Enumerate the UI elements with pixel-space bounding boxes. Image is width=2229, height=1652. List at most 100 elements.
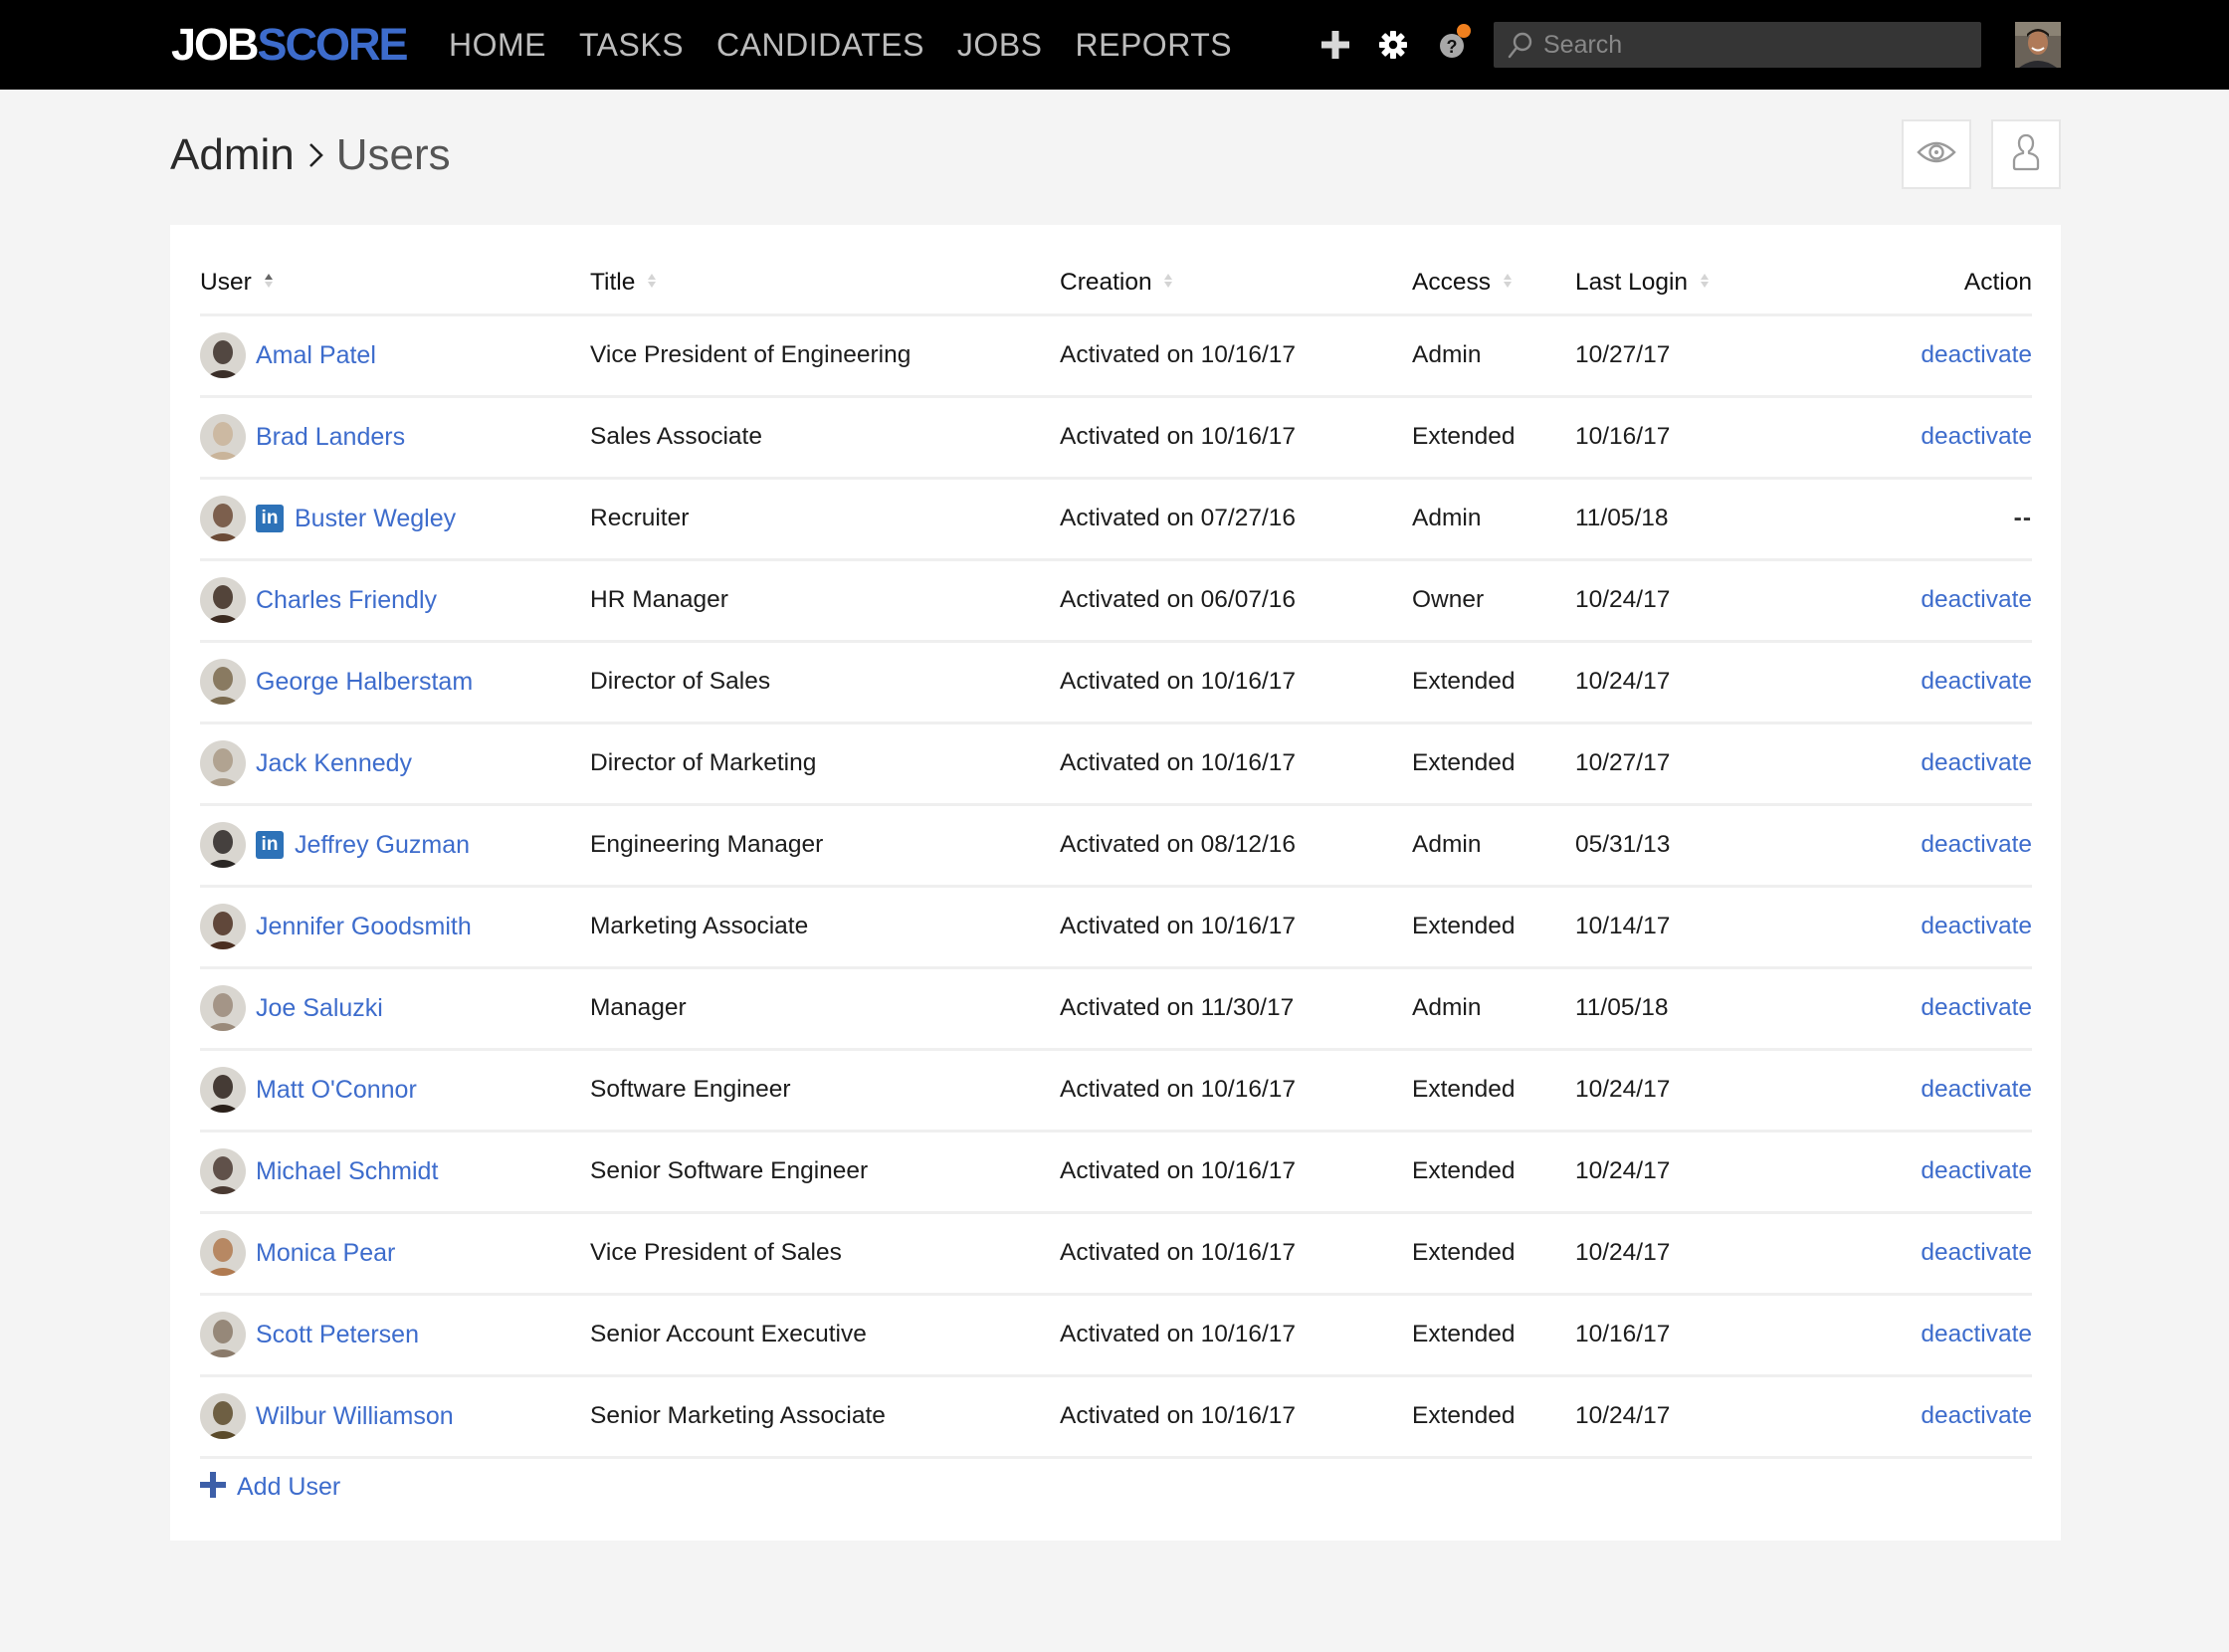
column-header-title[interactable]: Title [590, 265, 1060, 316]
sort-ascending-icon[interactable] [264, 268, 273, 296]
user-name-link[interactable]: Jack Kennedy [256, 749, 412, 778]
title-cell: Director of Marketing [590, 723, 1060, 806]
action-cell: deactivate [1814, 886, 2032, 969]
avatar[interactable] [200, 577, 246, 623]
user-name-link[interactable]: Joe Saluzki [256, 994, 383, 1023]
deactivate-link[interactable]: deactivate [1921, 994, 2032, 1021]
deactivate-link[interactable]: deactivate [1921, 586, 2032, 613]
sort-icon[interactable] [1503, 268, 1512, 296]
nav-jobs[interactable]: JOBS [957, 22, 1043, 68]
action-cell: deactivate [1814, 641, 2032, 724]
help-icon[interactable]: ? [1435, 24, 1471, 64]
last-login-cell: 05/31/13 [1575, 804, 1814, 888]
access-cell: Extended [1412, 1375, 1575, 1459]
gear-icon[interactable] [1375, 26, 1411, 64]
column-header-user[interactable]: User [200, 265, 590, 316]
avatar[interactable] [200, 496, 246, 541]
avatar[interactable] [200, 332, 246, 378]
avatar[interactable] [200, 1148, 246, 1194]
user-cell: Jennifer Goodsmith [200, 886, 590, 969]
deactivate-link[interactable]: deactivate [1921, 749, 2032, 776]
user-name-link[interactable]: Jeffrey Guzman [295, 831, 470, 860]
avatar[interactable] [200, 740, 246, 786]
user-name-link[interactable]: Brad Landers [256, 423, 405, 452]
user-name-link[interactable]: George Halberstam [256, 668, 473, 697]
deactivate-link[interactable]: deactivate [1921, 913, 2032, 939]
action-cell: -- [1814, 478, 2032, 561]
search-input[interactable] [1543, 30, 1961, 60]
add-user-button[interactable]: Add User [200, 1467, 340, 1507]
table-header-row: User Title Creation Access Last Login Ac… [200, 265, 2032, 316]
title-cell: Sales Associate [590, 396, 1060, 480]
table-row: in Jeffrey Guzman Engineering Manager Ac… [200, 804, 2032, 888]
last-login-cell: 10/14/17 [1575, 886, 1814, 969]
sort-icon[interactable] [1164, 268, 1173, 296]
user-cell: Matt O'Connor [200, 1049, 590, 1133]
column-header-last-login[interactable]: Last Login [1575, 265, 1814, 316]
last-login-cell: 10/24/17 [1575, 1212, 1814, 1296]
creation-cell: Activated on 08/12/16 [1060, 804, 1412, 888]
current-user-avatar[interactable] [2015, 22, 2061, 68]
deactivate-link[interactable]: deactivate [1921, 1239, 2032, 1266]
user-name-link[interactable]: Amal Patel [256, 341, 376, 370]
access-cell: Extended [1412, 1212, 1575, 1296]
avatar[interactable] [200, 904, 246, 949]
column-header-creation[interactable]: Creation [1060, 265, 1412, 316]
column-header-access[interactable]: Access [1412, 265, 1575, 316]
user-name-link[interactable]: Scott Petersen [256, 1321, 419, 1349]
nav-candidates[interactable]: CANDIDATES [716, 22, 924, 68]
logo-text-score: SCORE [257, 19, 409, 70]
linkedin-icon[interactable]: in [256, 505, 284, 532]
user-name-link[interactable]: Matt O'Connor [256, 1076, 417, 1105]
avatar[interactable] [200, 1230, 246, 1276]
deactivate-link[interactable]: deactivate [1921, 1157, 2032, 1184]
user-cell: Scott Petersen [200, 1294, 590, 1377]
last-login-cell: 11/05/18 [1575, 967, 1814, 1051]
deactivate-link[interactable]: deactivate [1921, 341, 2032, 368]
user-profile-button[interactable] [1991, 119, 2061, 189]
linkedin-icon[interactable]: in [256, 831, 284, 859]
nav-reports[interactable]: REPORTS [1076, 22, 1233, 68]
view-as-button[interactable] [1902, 119, 1971, 189]
deactivate-link[interactable]: deactivate [1921, 1076, 2032, 1103]
deactivate-link[interactable]: deactivate [1921, 1321, 2032, 1347]
action-cell: deactivate [1814, 1375, 2032, 1459]
table-row: Monica Pear Vice President of Sales Acti… [200, 1212, 2032, 1296]
breadcrumb-admin-link[interactable]: Admin [170, 130, 295, 180]
plus-icon[interactable] [1317, 26, 1353, 64]
table-row: in Buster Wegley Recruiter Activated on … [200, 478, 2032, 561]
last-login-cell: 10/16/17 [1575, 1294, 1814, 1377]
creation-cell: Activated on 07/27/16 [1060, 478, 1412, 561]
user-name-link[interactable]: Wilbur Williamson [256, 1402, 454, 1431]
user-name-link[interactable]: Charles Friendly [256, 586, 437, 615]
avatar[interactable] [200, 1312, 246, 1357]
nav-tasks[interactable]: TASKS [579, 22, 684, 68]
avatar[interactable] [200, 659, 246, 705]
sort-icon[interactable] [648, 268, 657, 296]
avatar[interactable] [200, 1393, 246, 1439]
nav-home[interactable]: HOME [449, 22, 546, 68]
user-name-link[interactable]: Monica Pear [256, 1239, 395, 1268]
avatar[interactable] [200, 985, 246, 1031]
avatar[interactable] [200, 822, 246, 868]
user-name-link[interactable]: Jennifer Goodsmith [256, 913, 472, 941]
deactivate-link[interactable]: deactivate [1921, 1402, 2032, 1429]
table-row: Michael Schmidt Senior Software Engineer… [200, 1131, 2032, 1214]
creation-cell: Activated on 06/07/16 [1060, 559, 1412, 643]
table-row: Wilbur Williamson Senior Marketing Assoc… [200, 1375, 2032, 1459]
deactivate-link[interactable]: deactivate [1921, 831, 2032, 858]
avatar[interactable] [200, 1067, 246, 1113]
creation-cell: Activated on 10/16/17 [1060, 1375, 1412, 1459]
user-name-link[interactable]: Buster Wegley [295, 505, 456, 533]
deactivate-link[interactable]: deactivate [1921, 668, 2032, 695]
user-cell: in Jeffrey Guzman [200, 804, 590, 888]
user-cell: Joe Saluzki [200, 967, 590, 1051]
avatar[interactable] [200, 414, 246, 460]
deactivate-link[interactable]: deactivate [1921, 423, 2032, 450]
sort-icon[interactable] [1700, 268, 1709, 296]
jobscore-logo[interactable]: JOBSCORE [171, 18, 409, 72]
access-cell: Extended [1412, 396, 1575, 480]
title-cell: Engineering Manager [590, 804, 1060, 888]
user-name-link[interactable]: Michael Schmidt [256, 1157, 438, 1186]
creation-cell: Activated on 10/16/17 [1060, 886, 1412, 969]
